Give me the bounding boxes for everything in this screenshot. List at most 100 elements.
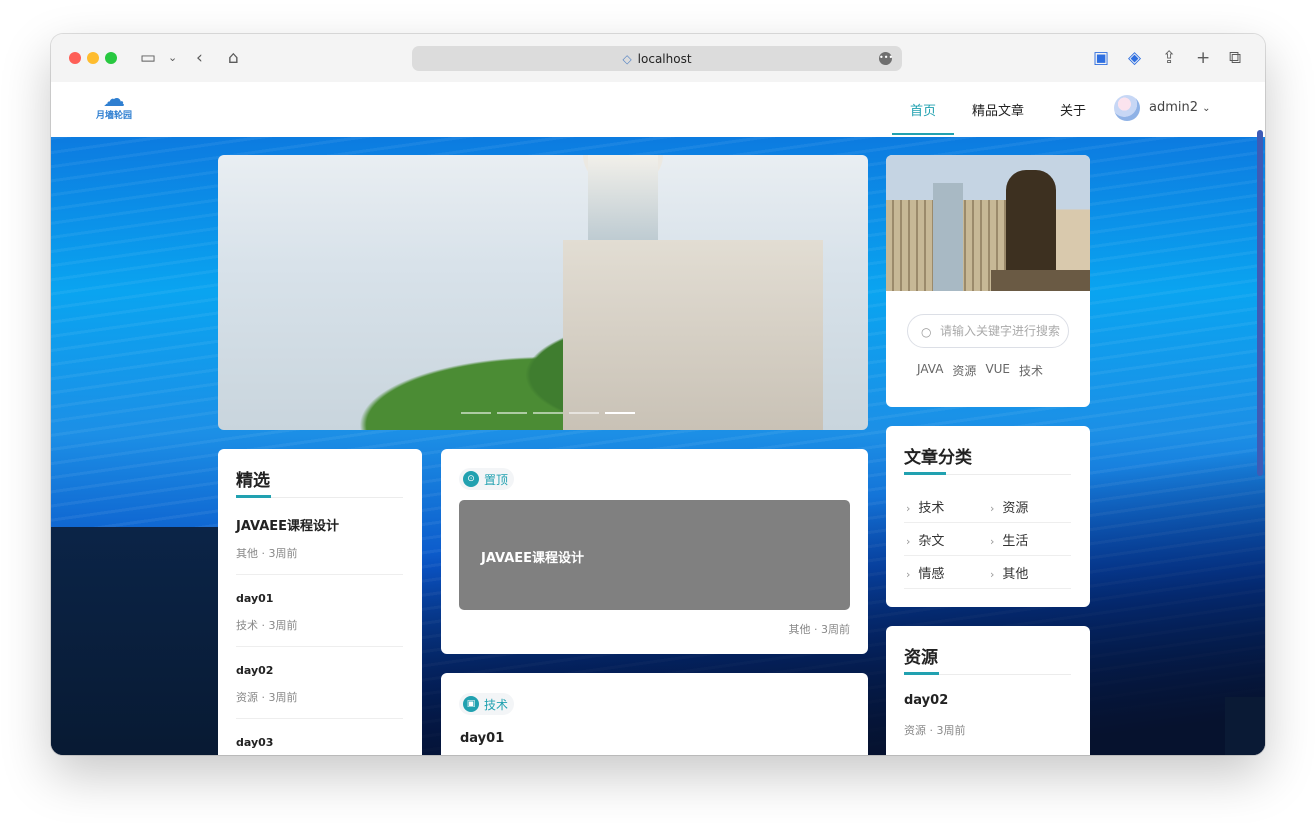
carousel-dot-active[interactable] xyxy=(605,412,635,414)
featured-post-meta: 其他 · 3周前 xyxy=(236,547,298,560)
chevron-right-icon: › xyxy=(906,535,911,548)
featured-post-title[interactable]: day02 xyxy=(236,664,273,677)
post-card[interactable]: ▣ 技术 day01 xyxy=(441,673,868,755)
url-text: localhost xyxy=(637,51,692,66)
featured-post-title[interactable]: day03 xyxy=(236,736,273,749)
category-item[interactable]: › 生活 xyxy=(990,530,1028,549)
tower xyxy=(588,155,658,250)
divider xyxy=(904,555,1071,556)
category-item[interactable]: › 杂文 xyxy=(906,530,944,549)
site-icon: ◇ xyxy=(622,51,632,66)
featured-card: 精选 JAVAEE课程设计 其他 · 3周前 day01 技术 · 3周前 da… xyxy=(218,449,422,755)
title-underline xyxy=(904,472,946,475)
site-header: ☁ 月墙轮园 首页 精品文章 关于 admin2 ⌄ xyxy=(51,82,1265,137)
post-meta: 其他 · 3周前 xyxy=(788,623,851,636)
tower xyxy=(933,183,963,291)
browser-toolbar: ▭ ⌄ ‹ ⌂ ◇ localhost ••• ▣ ◈ ⇪ + ⧉ xyxy=(51,34,1265,82)
nav-featured-articles[interactable]: 精品文章 xyxy=(972,100,1024,119)
divider xyxy=(904,522,1071,523)
avatar[interactable] xyxy=(1114,95,1140,121)
nav-about[interactable]: 关于 xyxy=(1060,100,1086,119)
chevron-right-icon: › xyxy=(906,568,911,581)
plant-silhouette xyxy=(1225,697,1265,755)
tag-link[interactable]: JAVA xyxy=(917,362,943,379)
address-bar[interactable]: ◇ localhost ••• xyxy=(412,46,902,71)
resource-title: 资源 xyxy=(904,648,938,668)
new-tab-icon[interactable]: + xyxy=(1196,47,1210,69)
page-scrollbar[interactable] xyxy=(1257,130,1263,476)
search-card: 请输入关键字进行搜索 ○ JAVA 资源 VUE 技术 xyxy=(886,155,1090,407)
chevron-down-icon[interactable]: ⌄ xyxy=(168,47,177,69)
featured-post-meta: 资源 · 3周前 xyxy=(236,691,298,704)
divider xyxy=(236,646,403,647)
category-label: 生活 xyxy=(1002,534,1029,549)
zoom-window-button[interactable] xyxy=(105,52,117,64)
featured-post-title[interactable]: day01 xyxy=(236,592,273,605)
post-tag-label: 技术 xyxy=(484,697,509,712)
chevron-right-icon: › xyxy=(906,502,911,515)
category-item[interactable]: › 情感 xyxy=(906,563,944,582)
category-item[interactable]: › 技术 xyxy=(906,497,944,516)
featured-post-meta: 技术 · 3周前 xyxy=(236,619,298,632)
title-underline xyxy=(236,495,271,498)
carousel-dot[interactable] xyxy=(569,412,599,414)
tag-link[interactable]: VUE xyxy=(985,362,1010,379)
home-icon[interactable]: ⌂ xyxy=(228,47,239,69)
extension-icon[interactable]: ▣ xyxy=(1093,47,1109,69)
share-icon[interactable]: ⇪ xyxy=(1162,47,1176,69)
carousel-dot[interactable] xyxy=(461,412,491,414)
hot-tags: JAVA 资源 VUE 技术 xyxy=(917,362,1043,379)
post-title[interactable]: day01 xyxy=(460,731,504,746)
category-item[interactable]: › 其他 xyxy=(990,563,1028,582)
username: admin2 xyxy=(1149,100,1199,115)
back-icon[interactable]: ‹ xyxy=(196,47,203,69)
minimize-window-button[interactable] xyxy=(87,52,99,64)
more-icon[interactable]: ••• xyxy=(879,52,893,65)
post-cover[interactable]: JAVAEE课程设计 xyxy=(459,500,850,610)
category-label: 技术 xyxy=(918,501,945,516)
web-page: ☁ 月墙轮园 首页 精品文章 关于 admin2 ⌄ 请输入关键字进行搜索 ○ … xyxy=(51,82,1265,755)
nav-home[interactable]: 首页 xyxy=(910,100,936,119)
tag-link[interactable]: 资源 xyxy=(952,362,976,379)
chevron-right-icon: › xyxy=(990,535,995,548)
logo-text: 月墙轮园 xyxy=(96,111,133,121)
statue xyxy=(1006,170,1056,280)
pin-icon: ⊙ xyxy=(463,471,479,487)
resource-post-title[interactable]: day02 xyxy=(904,693,948,708)
tabs-icon[interactable]: ⧉ xyxy=(1229,47,1241,69)
featured-title: 精选 xyxy=(236,471,270,491)
close-window-button[interactable] xyxy=(69,52,81,64)
category-item[interactable]: › 资源 xyxy=(990,497,1028,516)
chevron-right-icon: › xyxy=(990,502,995,515)
carousel-dot[interactable] xyxy=(497,412,527,414)
carousel-indicators xyxy=(461,412,635,414)
tag-link[interactable]: 技术 xyxy=(1019,362,1043,379)
divider xyxy=(904,588,1071,589)
search-icon: ○ xyxy=(921,325,932,339)
browser-window: ▭ ⌄ ‹ ⌂ ◇ localhost ••• ▣ ◈ ⇪ + ⧉ ☁ 月墙轮园… xyxy=(51,34,1265,755)
resource-post-meta: 资源 · 3周前 xyxy=(904,724,966,737)
carousel-dot[interactable] xyxy=(533,412,563,414)
hero-carousel[interactable] xyxy=(218,155,868,430)
cloud-icon: ☁ xyxy=(103,87,125,112)
chevron-down-icon: ⌄ xyxy=(1202,103,1211,114)
statue-pedestal xyxy=(991,270,1090,291)
campus-building xyxy=(563,240,823,430)
site-logo[interactable]: ☁ 月墙轮园 xyxy=(96,87,133,122)
category-label: 杂文 xyxy=(918,534,945,549)
post-tag[interactable]: ▣ 技术 xyxy=(459,693,515,715)
chevron-right-icon: › xyxy=(990,568,995,581)
active-nav-indicator xyxy=(892,133,954,135)
post-tag[interactable]: ⊙ 置顶 xyxy=(459,468,515,490)
divider xyxy=(236,574,403,575)
featured-post-title[interactable]: JAVAEE课程设计 xyxy=(236,515,339,534)
forest-silhouette xyxy=(51,527,221,755)
resource-card: 资源 day02 资源 · 3周前 xyxy=(886,626,1090,755)
sidebar-icon[interactable]: ▭ xyxy=(140,47,156,69)
category-label: 其他 xyxy=(1002,567,1029,582)
divider xyxy=(236,718,403,719)
post-card[interactable]: ⊙ 置顶 JAVAEE课程设计 其他 · 3周前 xyxy=(441,449,868,654)
shield-icon[interactable]: ◈ xyxy=(1128,47,1141,69)
user-menu[interactable]: admin2 ⌄ xyxy=(1149,100,1211,115)
post-tag-label: 置顶 xyxy=(484,472,509,487)
